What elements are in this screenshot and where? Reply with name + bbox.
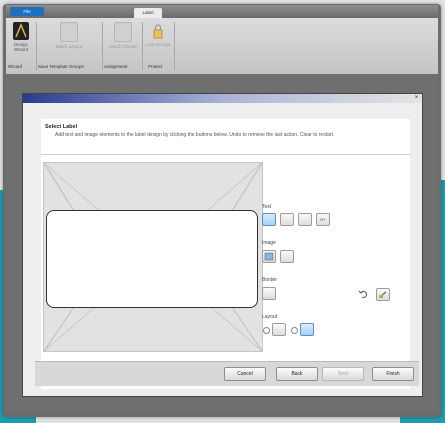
clear-icon (379, 291, 387, 298)
batch-layout-label: Batch Layout (55, 44, 83, 49)
group-wizard-label: Wizard (8, 64, 23, 69)
layout-section-label: Layout (262, 314, 278, 320)
match-icon (114, 22, 132, 42)
layout-radio-horizontal[interactable] (263, 327, 270, 334)
tab-help[interactable] (166, 7, 188, 16)
border-button[interactable] (262, 287, 276, 300)
image-icon (264, 252, 274, 261)
tab-file[interactable]: File (10, 7, 44, 16)
batch-layout-icon (60, 22, 78, 42)
finish-button[interactable]: Finish (372, 367, 414, 381)
batch-layout-button[interactable]: Batch Layout (54, 22, 84, 49)
undo-icon (358, 290, 368, 298)
lock-groups-button[interactable]: Lock Groups (144, 22, 172, 47)
dialog-title-bar (23, 94, 422, 103)
text-font-button[interactable]: A+ (316, 213, 330, 226)
section-title: Select Label (45, 124, 78, 130)
section-description: Add text and image elements to the label… (55, 132, 335, 138)
design-wizard-label: Design Wizard (13, 42, 28, 52)
back-button[interactable]: Back (276, 367, 318, 381)
text-left-button[interactable] (262, 213, 276, 226)
border-section-label: Border (262, 277, 278, 283)
text-section-label: Text (262, 204, 272, 210)
tab-home[interactable] (50, 7, 76, 16)
layout-vertical-icon[interactable] (300, 323, 314, 336)
match-clause-button[interactable]: Match Clause (108, 22, 138, 49)
text-center-button[interactable] (280, 213, 294, 226)
group-save-template-label: Save Template Groups (38, 64, 84, 69)
match-clause-label: Match Clause (109, 44, 137, 49)
close-icon[interactable]: × (413, 95, 420, 102)
tab-insert[interactable] (80, 7, 106, 16)
text-right-button[interactable] (298, 213, 312, 226)
cancel-button[interactable]: Cancel (224, 367, 266, 381)
section-divider (41, 154, 411, 155)
ribbon-separator (36, 22, 37, 70)
image-section-label: Image (262, 240, 276, 246)
layout-horizontal-icon[interactable] (272, 323, 286, 336)
ribbon-tab-bar: File Label (6, 5, 438, 18)
design-wizard-button[interactable]: Design Wizard (10, 22, 32, 52)
ribbon-separator (142, 22, 143, 70)
image-left-button[interactable] (262, 250, 276, 263)
lock-icon (150, 22, 166, 40)
tab-label[interactable]: Label (134, 8, 162, 18)
undo-button[interactable] (358, 288, 370, 299)
image-right-button[interactable] (280, 250, 294, 263)
label-design-area[interactable] (46, 210, 258, 308)
lock-groups-label: Lock Groups (145, 42, 171, 47)
group-protect-label: Protect (148, 64, 163, 69)
next-button[interactable]: Next (322, 367, 364, 381)
ribbon-separator (174, 22, 175, 70)
clear-button[interactable] (376, 288, 390, 301)
ribbon: Design Wizard Batch Layout Match Clause … (6, 18, 438, 75)
wizard-icon (13, 22, 29, 40)
tab-view[interactable] (110, 7, 130, 16)
layout-radio-vertical[interactable] (291, 327, 298, 334)
group-assignment-label: Assignment (104, 64, 128, 69)
ribbon-separator (102, 22, 103, 70)
